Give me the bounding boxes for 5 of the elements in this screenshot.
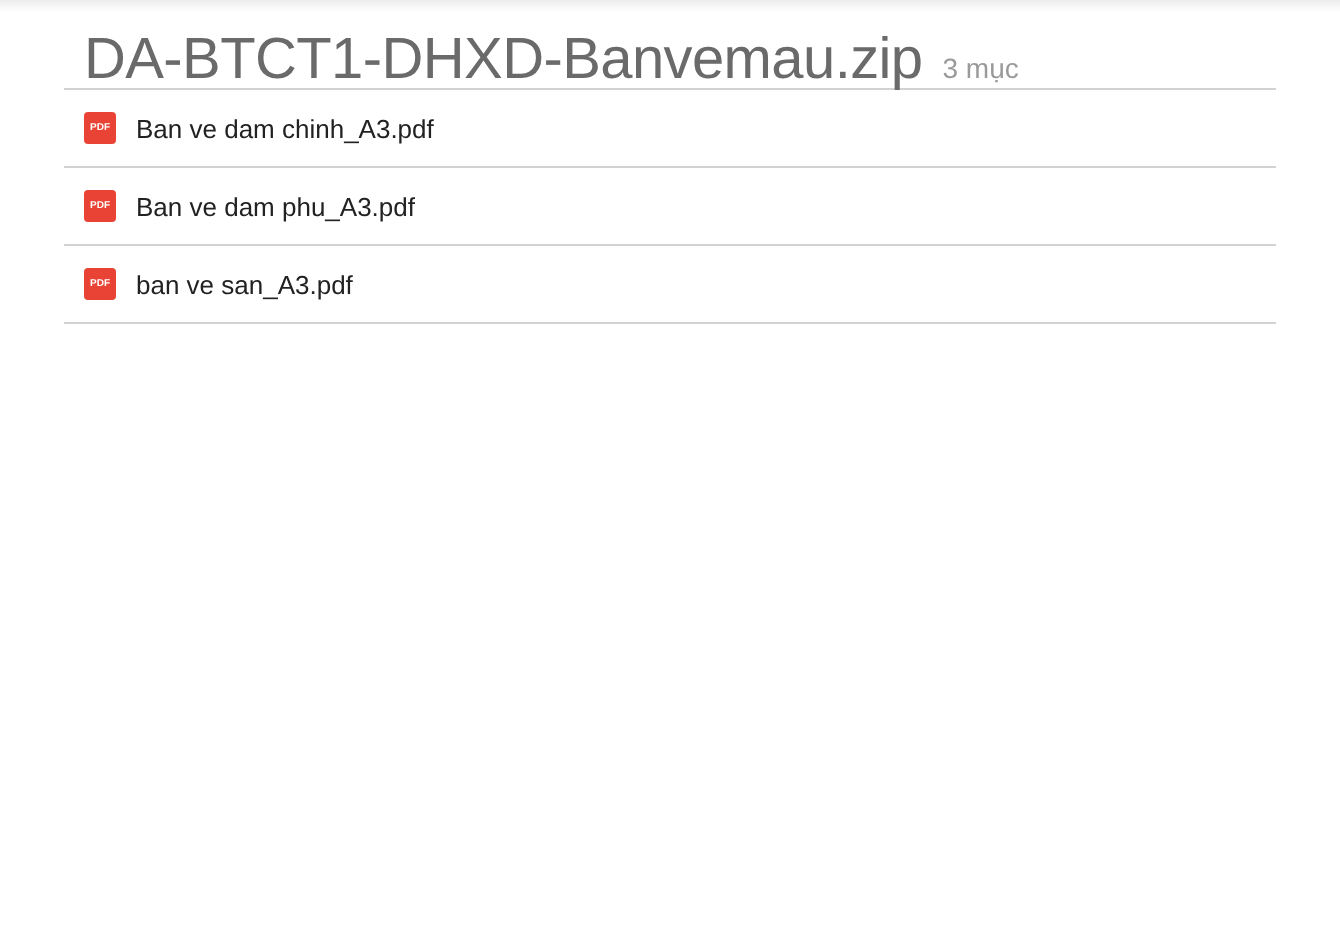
archive-title: DA-BTCT1-DHXD-Banvemau.zip [84,28,923,94]
item-count: 3 mục [942,52,1019,84]
file-name[interactable]: ban ve san_A3.pdf [136,269,353,299]
file-name[interactable]: Ban ve dam chinh_A3.pdf [136,113,434,143]
file-name[interactable]: Ban ve dam phu_A3.pdf [136,191,415,221]
